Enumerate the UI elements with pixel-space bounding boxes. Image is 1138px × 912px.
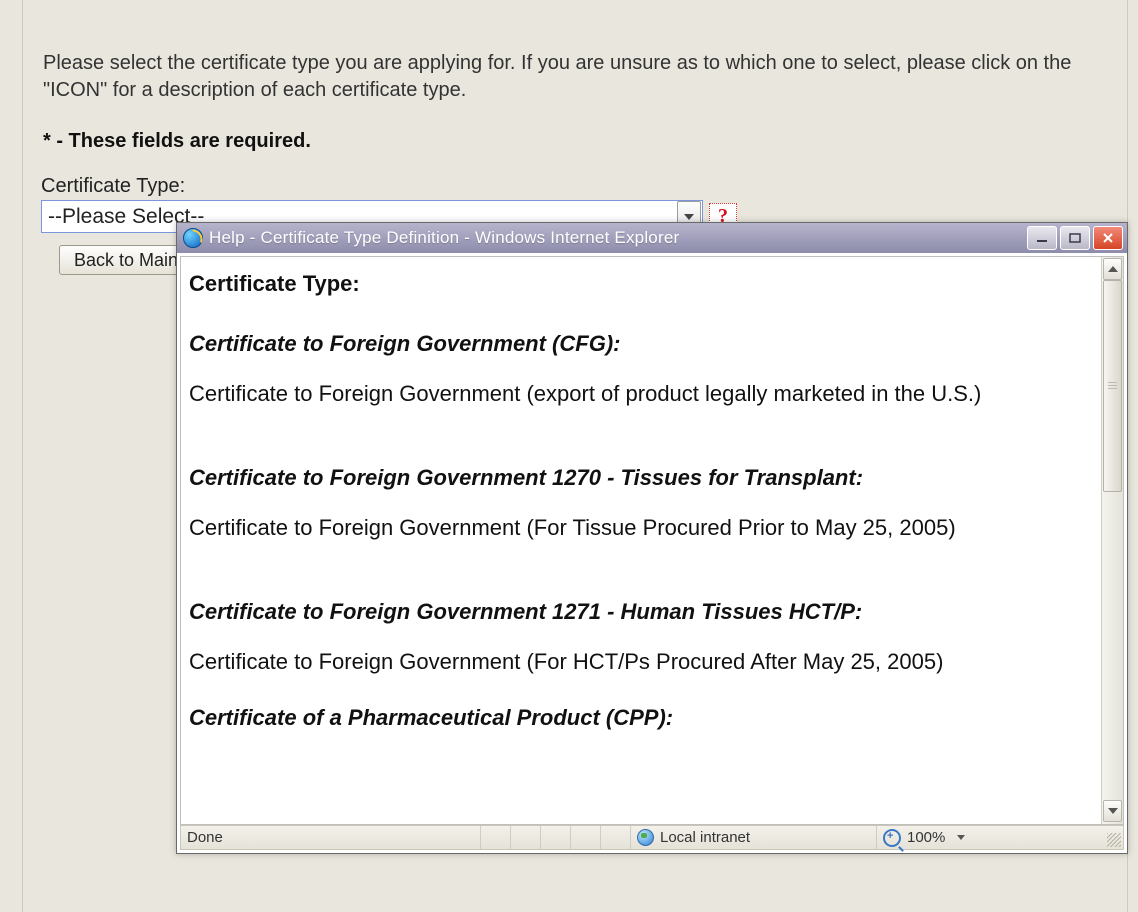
scroll-thumb[interactable] [1103,280,1122,492]
status-segment [541,826,571,849]
section-body: Certificate to Foreign Government (expor… [189,381,1087,407]
popup-title: Help - Certificate Type Definition - Win… [209,228,1027,248]
chevron-down-icon [957,835,965,840]
section-title: Certificate of a Pharmaceutical Product … [189,705,1087,731]
status-done: Done [181,826,481,849]
arrow-down-icon [1108,808,1118,814]
security-zone[interactable]: Local intranet [631,826,877,849]
help-popup-window: Help - Certificate Type Definition - Win… [176,222,1128,854]
required-fields-note: * - These fields are required. [23,112,1127,153]
globe-icon [637,829,654,846]
close-button[interactable] [1093,226,1123,250]
vertical-scrollbar[interactable] [1101,257,1123,824]
arrow-up-icon [1108,266,1118,272]
scroll-down-button[interactable] [1103,800,1122,822]
instruction-text: Please select the certificate type you a… [23,0,1127,104]
section-title: Certificate to Foreign Government 1271 -… [189,599,1087,625]
status-segment [601,826,631,849]
resize-grip-icon[interactable] [1107,833,1121,847]
section-title: Certificate to Foreign Government (CFG): [189,331,1087,357]
close-icon [1102,233,1114,243]
zoom-control[interactable]: + 100% [877,826,1123,849]
minimize-icon [1036,233,1048,243]
section-body: Certificate to Foreign Government (For T… [189,515,1087,541]
popup-title-bar[interactable]: Help - Certificate Type Definition - Win… [177,223,1127,253]
maximize-icon [1069,233,1081,243]
minimize-button[interactable] [1027,226,1057,250]
maximize-button[interactable] [1060,226,1090,250]
scroll-up-button[interactable] [1103,258,1122,280]
section-body: Certificate to Foreign Government (For H… [189,649,1087,675]
ie-logo-icon [183,228,203,248]
status-segment [511,826,541,849]
status-segment [571,826,601,849]
popup-heading: Certificate Type: [189,271,1087,297]
magnifier-icon: + [883,829,901,847]
status-segment [481,826,511,849]
zoom-value: 100% [907,829,945,846]
chevron-down-icon [684,214,694,220]
back-to-main-button[interactable]: Back to Main [59,245,193,275]
zone-label: Local intranet [660,829,750,846]
section-title: Certificate to Foreign Government 1270 -… [189,465,1087,491]
certificate-type-label: Certificate Type: [23,175,1127,198]
popup-content: Certificate Type: Certificate to Foreign… [181,257,1101,824]
status-bar: Done Local intranet + 100% [180,825,1124,850]
